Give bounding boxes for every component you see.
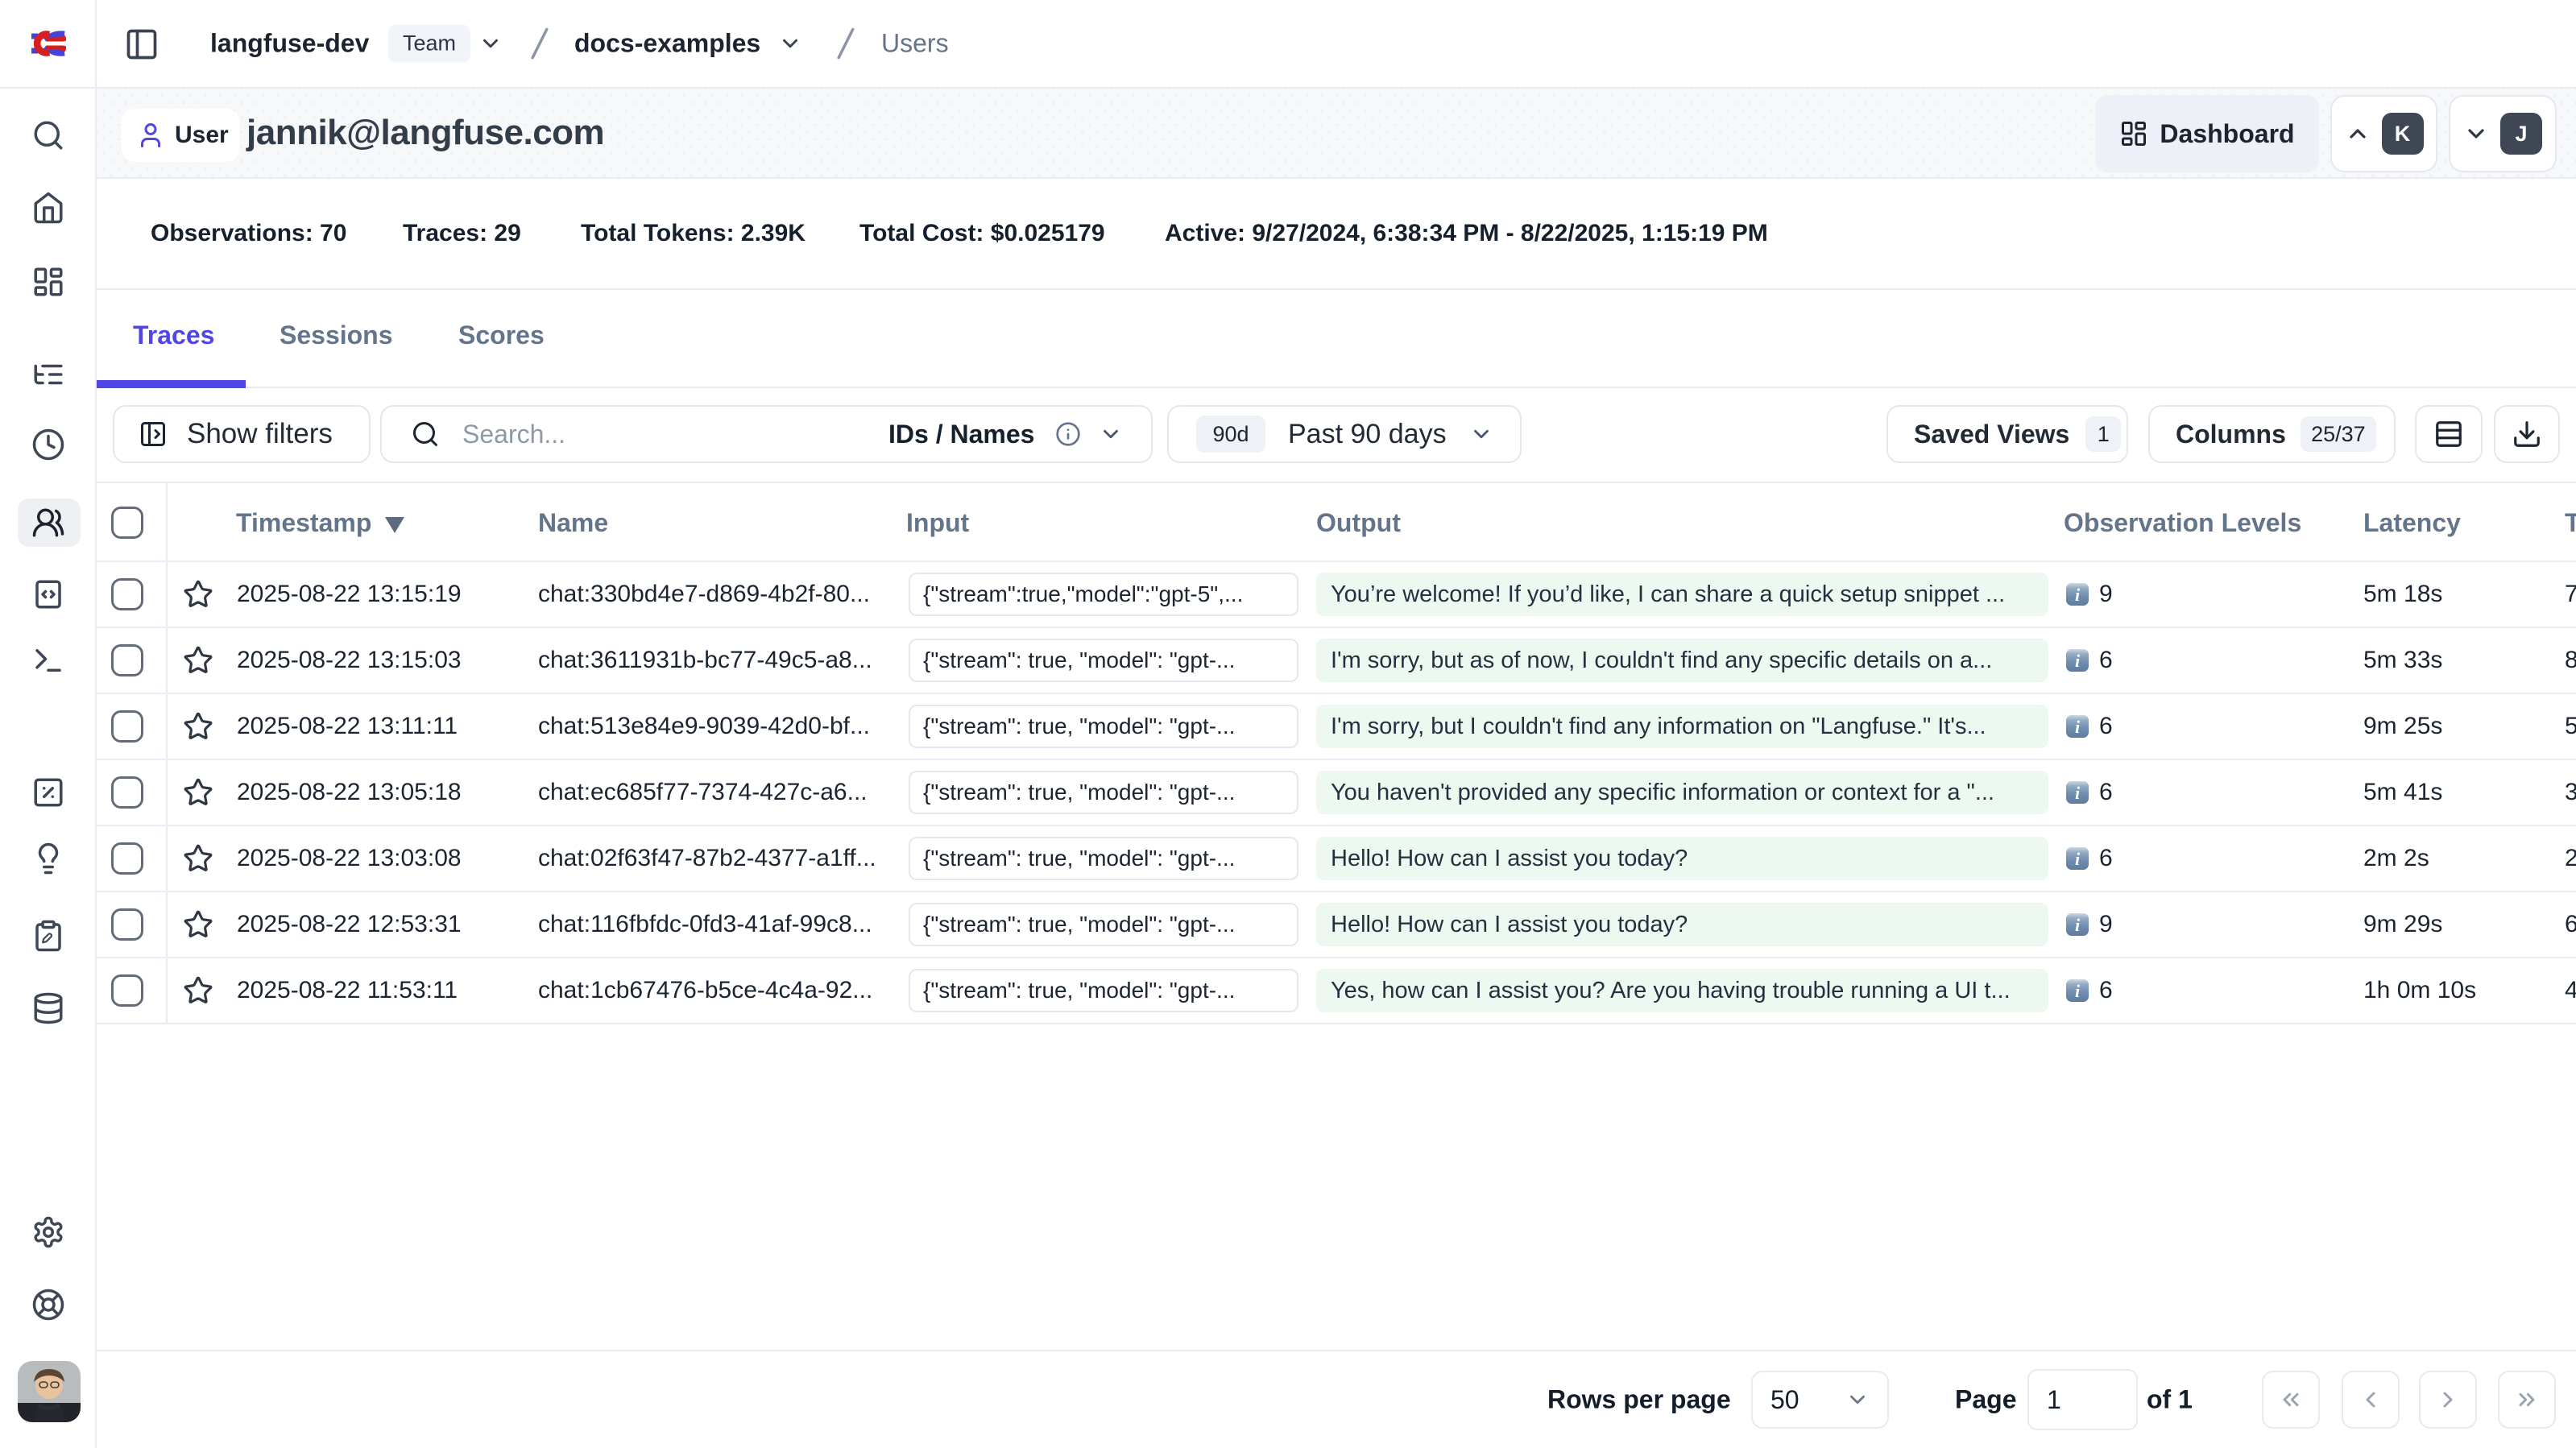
svg-text:i: i (2075, 915, 2081, 935)
svg-text:i: i (2075, 585, 2081, 605)
svg-text:i: i (2075, 849, 2081, 869)
svg-text:i: i (2075, 981, 2081, 1001)
svg-text:i: i (2075, 783, 2081, 803)
svg-text:i: i (2075, 717, 2081, 737)
svg-text:i: i (2075, 651, 2081, 671)
